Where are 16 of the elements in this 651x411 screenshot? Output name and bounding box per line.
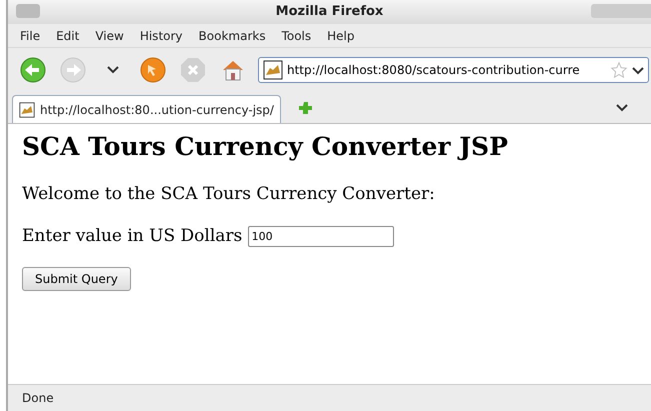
field-label: Enter value in US Dollars bbox=[22, 226, 242, 246]
status-text: Done bbox=[8, 384, 651, 411]
submit-button[interactable]: Submit Query bbox=[22, 267, 131, 291]
menu-item[interactable]: Help bbox=[319, 26, 362, 44]
menu-item[interactable]: Tools bbox=[274, 26, 320, 44]
page-heading: SCA Tours Currency Converter JSP bbox=[22, 132, 509, 162]
welcome-text: Welcome to the SCA Tours Currency Converter: bbox=[22, 183, 436, 206]
address-bar[interactable]: http://localhost:8080/scatours-contribution-curre bbox=[258, 57, 649, 83]
browser-tab[interactable]: http://localhost:80...ution-currency-jsp/ bbox=[12, 95, 281, 123]
menu-item[interactable]: Bookmarks bbox=[190, 26, 274, 44]
value-input[interactable]: 100 bbox=[248, 226, 394, 247]
menu-item[interactable]: File bbox=[12, 26, 48, 44]
menu-item[interactable]: Edit bbox=[48, 26, 88, 44]
window-title: Mozilla Firefox bbox=[276, 3, 384, 22]
menu-item[interactable]: History bbox=[132, 26, 191, 44]
menu-item[interactable]: View bbox=[87, 26, 132, 44]
